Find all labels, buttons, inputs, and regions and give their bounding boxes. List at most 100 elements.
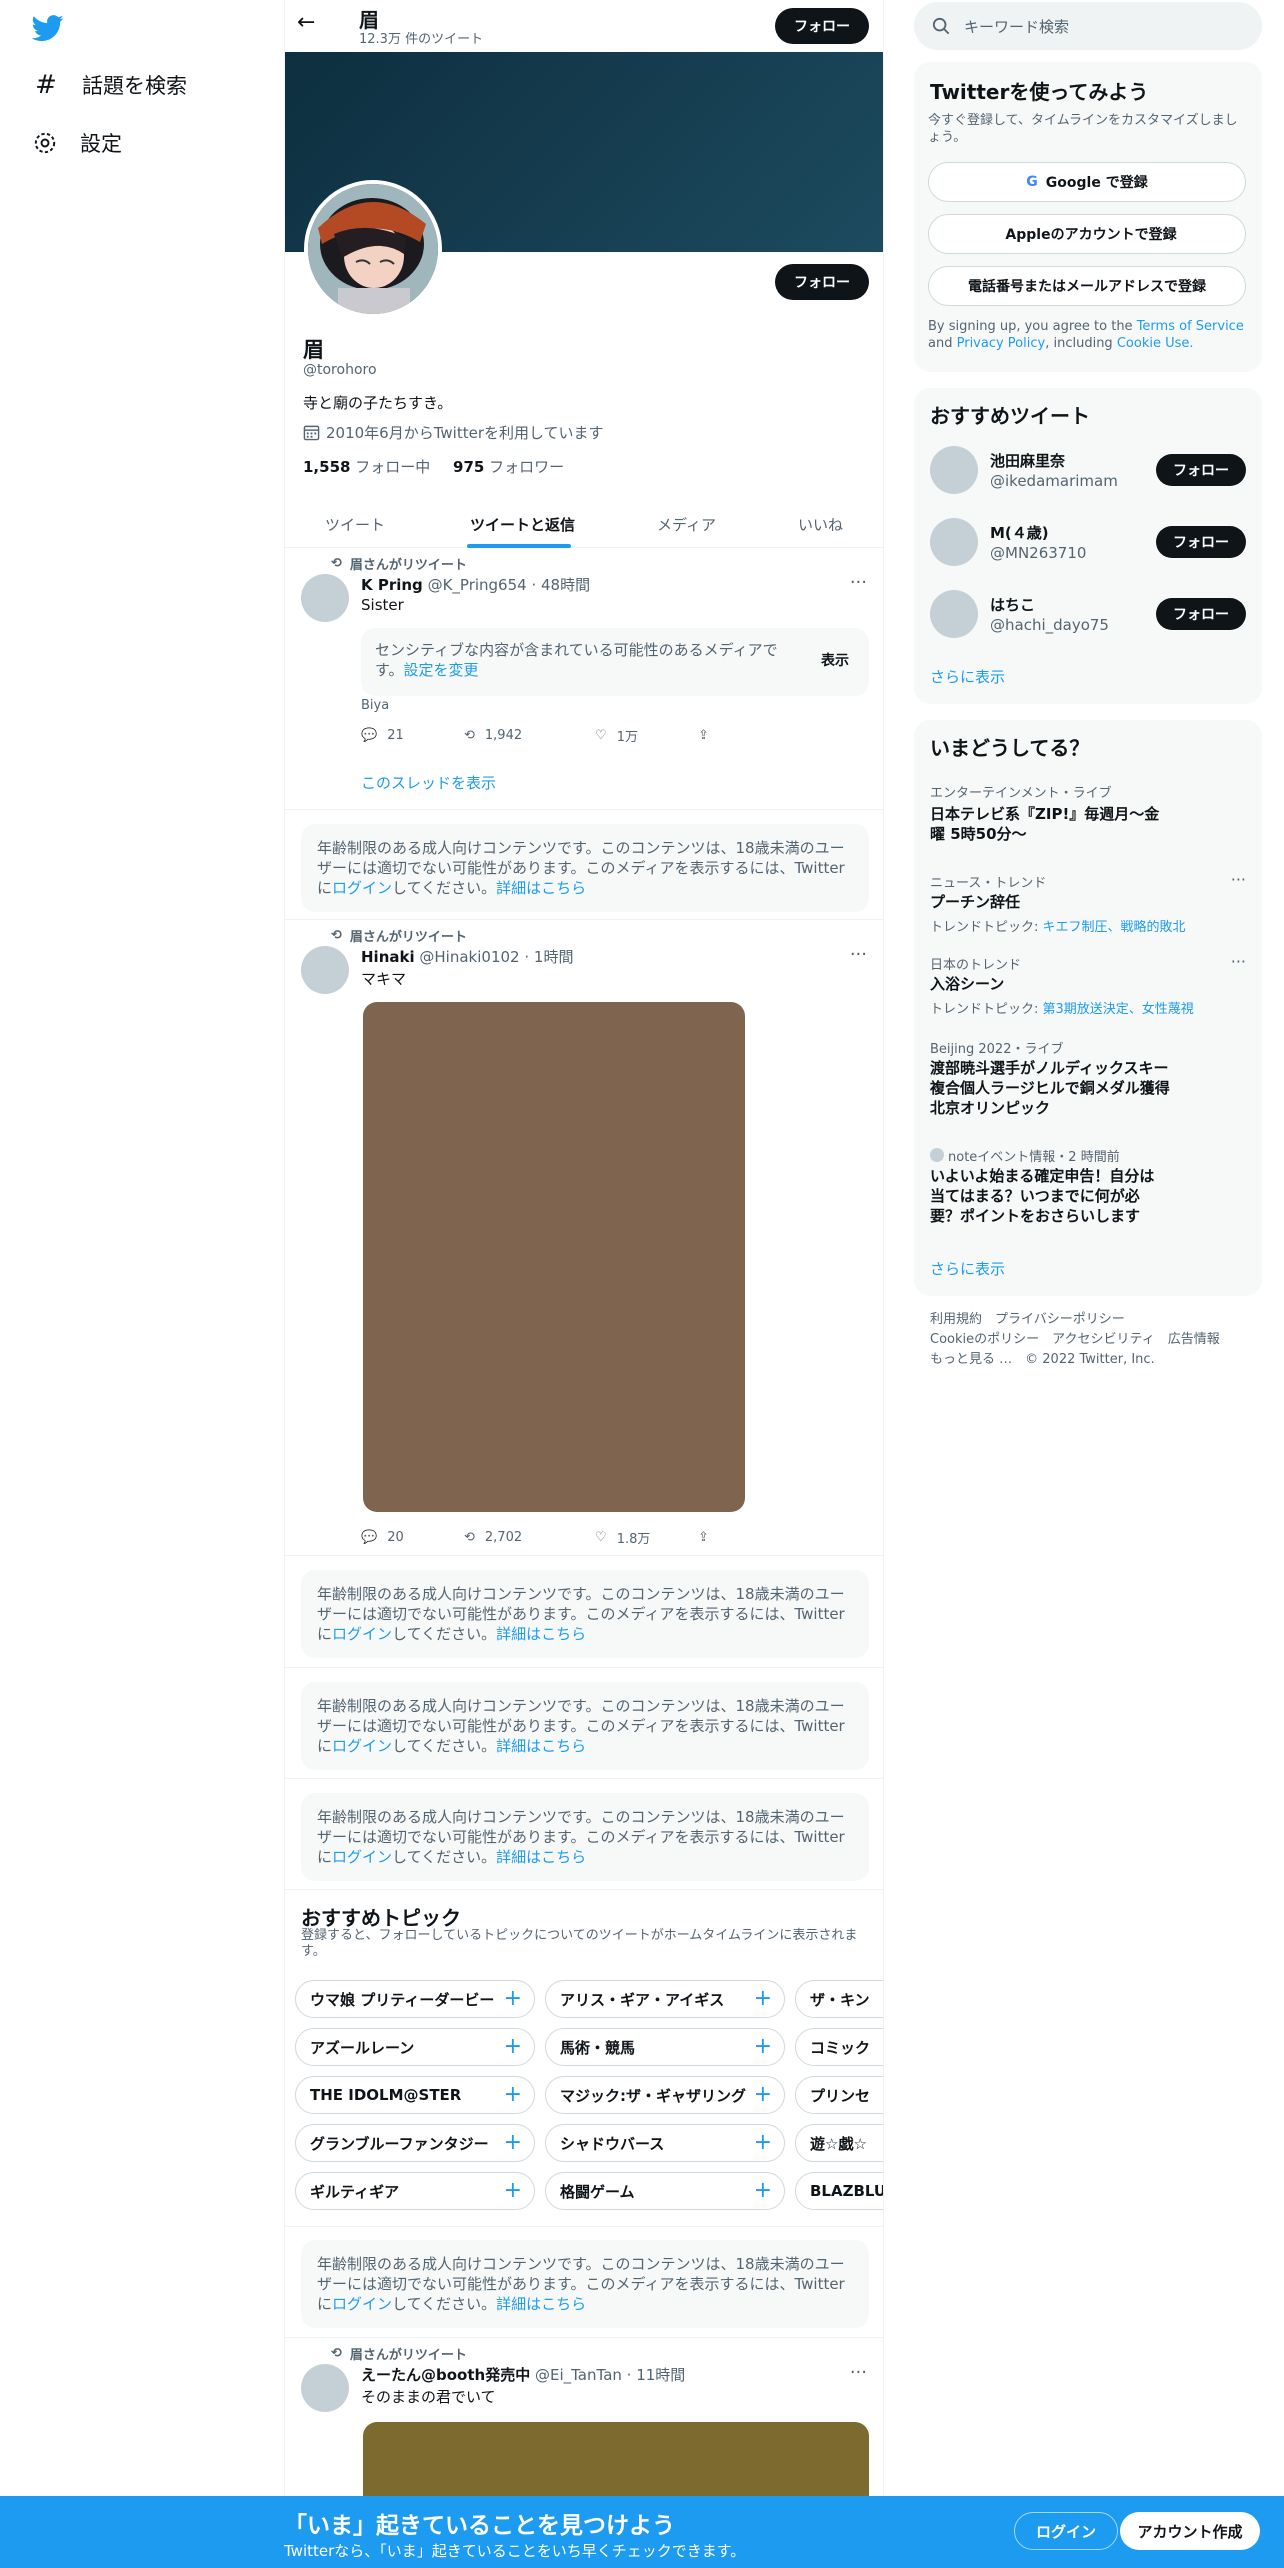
login-link[interactable]: ログイン bbox=[332, 1737, 392, 1755]
avatar[interactable] bbox=[301, 2364, 349, 2412]
more-icon[interactable]: ··· bbox=[850, 572, 867, 593]
tweet-time[interactable]: 1時間 bbox=[534, 948, 574, 966]
nav-settings[interactable]: 設定 bbox=[32, 128, 122, 158]
plus-icon[interactable]: + bbox=[504, 2082, 522, 2107]
user-name[interactable]: M(４歳) bbox=[990, 522, 1049, 543]
tab-tweets[interactable]: ツイート bbox=[325, 500, 385, 548]
topic-chip[interactable]: アリス・ギア・アイギス + bbox=[545, 1980, 785, 2018]
topic-chip[interactable]: 遊☆戯☆ bbox=[795, 2124, 883, 2162]
user-handle[interactable]: @hachi_dayo75 bbox=[990, 616, 1109, 634]
show-media-button[interactable]: 表示 bbox=[821, 650, 849, 670]
tab-media[interactable]: メディア bbox=[657, 500, 716, 548]
footer-link[interactable]: プライバシーポリシー bbox=[995, 1312, 1125, 1327]
like-button[interactable]: ♡ 1.8万 bbox=[595, 1528, 698, 1547]
profile-follow-button[interactable]: フォロー bbox=[775, 264, 869, 300]
tab-tweets-replies[interactable]: ツイートと返信 bbox=[470, 500, 575, 548]
trend-title[interactable]: 日本テレビ系『ZIP!』毎週月〜金曜 5時50分〜 bbox=[930, 804, 1170, 844]
following-link[interactable]: 1,558 フォロー中 bbox=[303, 458, 430, 476]
trend-title[interactable]: 渡部暁斗選手がノルディックスキー複合個人ラージヒルで銅メダル獲得 北京オリンピッ… bbox=[930, 1058, 1185, 1118]
follow-button[interactable]: フォロー bbox=[1156, 454, 1246, 486]
user-name[interactable]: 池田麻里奈 bbox=[990, 450, 1065, 471]
tweet-author-name[interactable]: K Pring bbox=[361, 576, 423, 594]
footer-link[interactable]: もっと見る … bbox=[930, 1352, 1012, 1367]
login-link[interactable]: ログイン bbox=[332, 879, 392, 897]
tweet-time[interactable]: 48時間 bbox=[541, 576, 590, 594]
avatar[interactable] bbox=[930, 518, 978, 566]
topic-chip[interactable]: THE IDOLM@STER + bbox=[295, 2076, 535, 2114]
tweet-media-image[interactable] bbox=[363, 1002, 745, 1512]
more-icon[interactable]: ··· bbox=[1231, 952, 1246, 971]
cookie-link[interactable]: Cookie Use. bbox=[1117, 336, 1194, 351]
learn-more-link[interactable]: 詳細はこちら bbox=[496, 1848, 586, 1866]
topic-chip[interactable]: コミック bbox=[795, 2028, 883, 2066]
login-link[interactable]: ログイン bbox=[332, 1625, 392, 1643]
plus-icon[interactable]: + bbox=[754, 1986, 772, 2011]
footer-link[interactable]: アクセシビリティ bbox=[1052, 1332, 1155, 1347]
sensitive-settings-link[interactable]: 設定を変更 bbox=[404, 661, 479, 679]
trend-title[interactable]: 入浴シーン bbox=[930, 974, 1170, 994]
learn-more-link[interactable]: 詳細はこちら bbox=[496, 1625, 586, 1643]
avatar[interactable] bbox=[930, 446, 978, 494]
more-icon[interactable]: ··· bbox=[850, 2362, 867, 2383]
login-button[interactable]: ログイン bbox=[1014, 2512, 1118, 2550]
header-follow-button[interactable]: フォロー bbox=[775, 8, 869, 44]
avatar[interactable] bbox=[301, 946, 349, 994]
user-name[interactable]: はちこ bbox=[990, 594, 1035, 615]
topic-chip[interactable]: BLAZBLU bbox=[795, 2172, 883, 2210]
topic-chip[interactable]: 格闘ゲーム + bbox=[545, 2172, 785, 2210]
topic-chip[interactable]: シャドウバース + bbox=[545, 2124, 785, 2162]
learn-more-link[interactable]: 詳細はこちら bbox=[496, 1737, 586, 1755]
avatar[interactable] bbox=[930, 590, 978, 638]
plus-icon[interactable]: + bbox=[504, 2034, 522, 2059]
followers-link[interactable]: 975 フォロワー bbox=[453, 458, 564, 476]
tweet-author-handle[interactable]: @Ei_TanTan bbox=[535, 2366, 622, 2384]
trend-topic-links[interactable]: 第3期放送決定、女性蔑視 bbox=[1043, 1002, 1194, 1017]
avatar[interactable] bbox=[301, 574, 349, 622]
reply-button[interactable]: 💬 21 bbox=[361, 726, 464, 745]
retweet-button[interactable]: ⟲ 2,702 bbox=[464, 1528, 595, 1547]
trend-topic-links[interactable]: キエフ制圧、戦略的敗北 bbox=[1043, 920, 1186, 935]
tweet[interactable]: ⟲ 眉さんがリツイート Hinaki @Hinaki0102 · 1時間 ··· … bbox=[285, 920, 883, 1556]
topic-chip[interactable]: ウマ娘 プリティーダービー + bbox=[295, 1980, 535, 2018]
nav-explore[interactable]: # 話題を検索 bbox=[32, 70, 187, 100]
like-button[interactable]: ♡ 1万 bbox=[595, 726, 698, 745]
back-arrow-icon[interactable]: ← bbox=[297, 10, 315, 35]
topic-chip[interactable]: アズールレーン + bbox=[295, 2028, 535, 2066]
plus-icon[interactable]: + bbox=[504, 2178, 522, 2203]
plus-icon[interactable]: + bbox=[754, 2082, 772, 2107]
apple-signup-button[interactable]: Appleのアカウントで登録 bbox=[928, 214, 1246, 254]
topic-chip[interactable]: ギルティギア + bbox=[295, 2172, 535, 2210]
learn-more-link[interactable]: 詳細はこちら bbox=[496, 879, 586, 897]
profile-avatar[interactable] bbox=[304, 180, 442, 318]
more-icon[interactable]: ··· bbox=[850, 944, 867, 965]
footer-link[interactable]: 広告情報 bbox=[1168, 1332, 1220, 1347]
terms-link[interactable]: Terms of Service bbox=[1137, 319, 1244, 334]
tweet-author-handle[interactable]: @Hinaki0102 bbox=[419, 948, 519, 966]
show-thread-link[interactable]: このスレッドを表示 bbox=[361, 772, 496, 793]
user-handle[interactable]: @ikedamarimam bbox=[990, 472, 1118, 490]
signup-button[interactable]: アカウント作成 bbox=[1120, 2512, 1260, 2550]
plus-icon[interactable]: + bbox=[754, 2178, 772, 2203]
login-link[interactable]: ログイン bbox=[332, 2295, 392, 2313]
retweet-button[interactable]: ⟲ 1,942 bbox=[464, 726, 595, 745]
tweet-author-name[interactable]: えーたん@booth発売中 bbox=[361, 2366, 530, 2384]
plus-icon[interactable]: + bbox=[754, 2034, 772, 2059]
topic-chip[interactable]: グランブルーファンタジー + bbox=[295, 2124, 535, 2162]
privacy-link[interactable]: Privacy Policy bbox=[957, 336, 1046, 351]
tweet-time[interactable]: 11時間 bbox=[636, 2366, 685, 2384]
reply-button[interactable]: 💬 20 bbox=[361, 1528, 464, 1547]
plus-icon[interactable]: + bbox=[504, 2130, 522, 2155]
share-button[interactable]: ⇪ bbox=[698, 726, 801, 745]
more-icon[interactable]: ··· bbox=[1231, 870, 1246, 889]
topic-chip[interactable]: ザ・キン bbox=[795, 1980, 883, 2018]
plus-icon[interactable]: + bbox=[754, 2130, 772, 2155]
twitter-logo-icon[interactable] bbox=[30, 12, 66, 44]
topic-chip[interactable]: 馬術・競馬 + bbox=[545, 2028, 785, 2066]
trend-title[interactable]: いよいよ始まる確定申告！自分は当てはまる？いつまでに何が必要？ポイントをおさらい… bbox=[930, 1166, 1160, 1226]
show-more-link[interactable]: さらに表示 bbox=[930, 666, 1005, 687]
user-handle[interactable]: @MN263710 bbox=[990, 544, 1086, 562]
follow-button[interactable]: フォロー bbox=[1156, 598, 1246, 630]
search-bar[interactable]: キーワード検索 bbox=[914, 2, 1262, 50]
show-more-link[interactable]: さらに表示 bbox=[930, 1258, 1005, 1279]
phone-email-signup-button[interactable]: 電話番号またはメールアドレスで登録 bbox=[928, 266, 1246, 306]
